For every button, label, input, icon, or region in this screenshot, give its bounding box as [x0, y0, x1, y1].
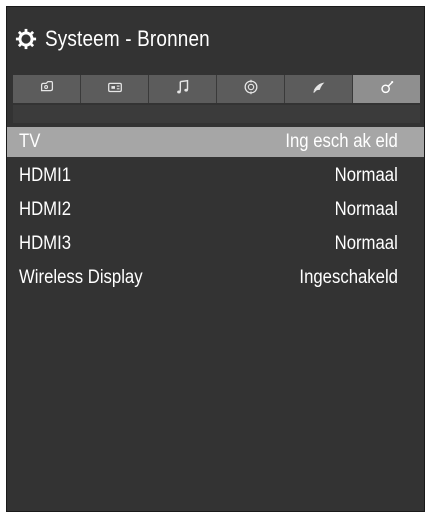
source-name: HDMI3 [19, 233, 72, 254]
page-title: Systeem - Bronnen [45, 26, 210, 51]
menu-header: Systeem - Bronnen [7, 7, 424, 71]
source-name: Wireless Display [19, 267, 143, 288]
source-name: HDMI2 [19, 199, 72, 220]
header-divider [13, 105, 420, 123]
satellite-icon [310, 78, 328, 101]
tab-picture[interactable] [13, 75, 81, 103]
source-value: Ing esch ak eld [285, 131, 398, 152]
source-name: TV [19, 131, 41, 152]
tab-sound[interactable] [81, 75, 149, 103]
list-item-hdmi2[interactable]: HDMI2 Normaal [7, 193, 424, 227]
settings-icon [378, 78, 396, 101]
sources-list: TV Ing esch ak eld HDMI1 Normaal HDMI2 N… [7, 127, 424, 295]
list-item-wireless-display[interactable]: Wireless Display Ingeschakeld [7, 261, 424, 295]
source-value: Ingeschakeld [299, 267, 398, 288]
list-item-hdmi3[interactable]: HDMI3 Normaal [7, 227, 424, 261]
tab-satellite[interactable] [285, 75, 353, 103]
tab-settings[interactable] [353, 75, 420, 103]
list-item-hdmi1[interactable]: HDMI1 Normaal [7, 159, 424, 193]
tab-music[interactable] [149, 75, 217, 103]
menu-tabbar [13, 75, 420, 103]
network-icon [242, 78, 260, 101]
sound-icon [106, 78, 124, 101]
list-item-tv[interactable]: TV Ing esch ak eld [7, 127, 424, 157]
source-value: Normaal [334, 165, 398, 186]
music-note-icon [174, 78, 192, 101]
tv-menu-screen: Systeem - Bronnen TV Ing esch ak eld HDM… [6, 6, 425, 512]
gear-icon [15, 28, 37, 50]
source-name: HDMI1 [19, 165, 72, 186]
picture-icon [38, 78, 56, 101]
source-value: Normaal [334, 233, 398, 254]
source-value: Normaal [334, 199, 398, 220]
tab-network[interactable] [217, 75, 285, 103]
